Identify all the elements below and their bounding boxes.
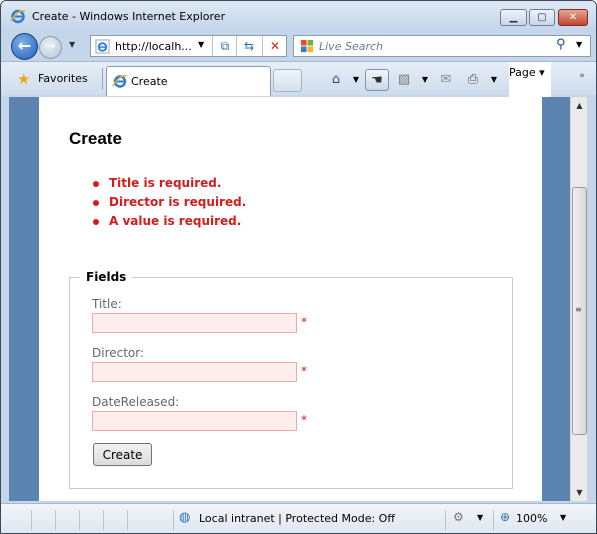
forward-button[interactable]: →: [39, 36, 62, 59]
title-input[interactable]: [92, 313, 297, 333]
status-divider: [445, 510, 446, 530]
internet-explorer-icon: [112, 74, 128, 88]
more-commands-chevron-icon[interactable]: »: [576, 65, 588, 87]
tab-label: Create: [131, 75, 168, 88]
favorites-label: Favorites: [38, 72, 88, 85]
fields-fieldset: Fields Title: * Director: * DateReleased…: [69, 270, 513, 489]
bullet-icon: [93, 219, 99, 225]
feeds-dropdown[interactable]: ▼: [420, 69, 430, 91]
status-divider: [173, 510, 174, 530]
zoom-dropdown[interactable]: ▼: [560, 513, 566, 522]
fieldset-legend: Fields: [80, 270, 133, 284]
status-divider: [103, 510, 104, 530]
minimize-button[interactable]: ▁: [500, 9, 527, 26]
page-title: Create: [69, 129, 122, 148]
home-dropdown[interactable]: ▼: [351, 69, 361, 91]
page-body: Create Title is required. Director is re…: [39, 97, 542, 501]
rss-feed-icon[interactable]: ▧: [395, 69, 413, 91]
maximize-button[interactable]: ▢: [529, 9, 555, 26]
refresh-icon[interactable]: ⇆: [240, 38, 258, 55]
browser-window: Create - Windows Internet Explorer ▁ ▢ ✕…: [0, 0, 597, 534]
mail-icon[interactable]: ✉: [437, 69, 455, 91]
title-label: Title:: [92, 297, 122, 311]
zoom-level[interactable]: 100%: [516, 512, 547, 525]
status-divider: [55, 510, 56, 530]
error-text: Director is required.: [109, 195, 247, 209]
status-divider: [79, 510, 80, 530]
favorites-star-icon: ★: [17, 70, 31, 88]
tab-create[interactable]: Create: [106, 66, 271, 96]
navigation-bar: ← → ▼ http://localh... ▼ ⧉ ⇆ ✕ Live Sear…: [1, 31, 596, 61]
protected-mode-dropdown[interactable]: ▼: [477, 513, 483, 522]
status-divider: [493, 510, 494, 530]
print-dropdown[interactable]: ▼: [489, 69, 499, 91]
search-icon[interactable]: ⚲: [556, 37, 566, 52]
maximize-icon: ▢: [537, 12, 547, 23]
date-released-required-marker: *: [301, 413, 307, 427]
window-title: Create - Windows Internet Explorer: [32, 10, 226, 23]
page-icon: [95, 39, 110, 54]
compatibility-view-icon[interactable]: ⧉: [216, 38, 234, 55]
title-bar: Create - Windows Internet Explorer ▁ ▢ ✕: [1, 1, 596, 31]
address-bar[interactable]: http://localh... ▼ ⧉ ⇆ ✕: [90, 35, 287, 57]
title-required-marker: *: [301, 315, 307, 329]
status-divider: [127, 510, 128, 530]
live-search-logo-icon: [300, 39, 314, 53]
security-zone-text[interactable]: Local intranet | Protected Mode: Off: [199, 512, 395, 525]
local-intranet-icon: ◍: [179, 510, 191, 525]
protected-mode-icon[interactable]: ⚙: [453, 510, 464, 524]
zoom-icon[interactable]: ⊕: [500, 510, 510, 524]
search-options-dropdown[interactable]: ▼: [576, 40, 582, 49]
address-divider: [236, 36, 237, 56]
tab-bar: ★ Favorites Create ⌂ ▼ ☚ ▧ ▼ ✉ ⎙ ▼ Page …: [1, 61, 596, 466]
validation-error: Director is required.: [93, 195, 246, 214]
hand-icon[interactable]: ☚: [365, 69, 389, 91]
recent-pages-dropdown[interactable]: ▼: [69, 40, 75, 49]
validation-error: A value is required.: [93, 214, 246, 233]
back-button[interactable]: ←: [11, 33, 38, 60]
status-bar: ◍ Local intranet | Protected Mode: Off ⚙…: [1, 503, 596, 533]
error-text: A value is required.: [109, 214, 242, 228]
home-icon[interactable]: ⌂: [326, 69, 346, 91]
date-released-input[interactable]: [92, 411, 297, 431]
vertical-scrollbar[interactable]: ▲ ≡ ▼: [570, 97, 587, 501]
close-icon: ✕: [568, 12, 578, 23]
print-icon[interactable]: ⎙: [463, 69, 483, 91]
address-url: http://localh...: [115, 40, 192, 53]
close-button[interactable]: ✕: [558, 9, 588, 26]
director-required-marker: *: [301, 364, 307, 378]
bullet-icon: [93, 200, 99, 206]
date-released-label: DateReleased:: [92, 395, 180, 409]
stop-icon[interactable]: ✕: [266, 38, 284, 55]
director-input[interactable]: [92, 362, 297, 382]
toolbar-divider: [102, 68, 103, 90]
bullet-icon: [93, 181, 99, 187]
error-text: Title is required.: [109, 176, 222, 190]
search-input[interactable]: [319, 38, 549, 54]
minimize-icon: ▁: [509, 12, 518, 23]
director-label: Director:: [92, 346, 145, 360]
create-button[interactable]: Create: [93, 443, 152, 466]
scroll-down-icon[interactable]: ▼: [571, 484, 588, 501]
validation-summary: Title is required. Director is required.…: [93, 176, 246, 233]
back-arrow-icon: ←: [17, 36, 32, 55]
window-frame: [587, 97, 596, 501]
search-box[interactable]: ⚲ ▼: [293, 35, 591, 57]
page-menu-label: Page: [509, 66, 536, 79]
validation-error: Title is required.: [93, 176, 246, 195]
new-tab-button[interactable]: [273, 69, 302, 92]
address-divider: [212, 36, 213, 56]
forward-arrow-icon: →: [45, 39, 56, 54]
status-divider: [31, 510, 32, 530]
scroll-up-icon[interactable]: ▲: [571, 97, 588, 114]
page-viewport: Create Title is required. Director is re…: [9, 97, 570, 501]
address-divider: [262, 36, 263, 56]
internet-explorer-icon: [10, 9, 26, 24]
scrollbar-grip-icon: ≡: [575, 305, 582, 314]
address-dropdown[interactable]: ▼: [198, 40, 204, 49]
